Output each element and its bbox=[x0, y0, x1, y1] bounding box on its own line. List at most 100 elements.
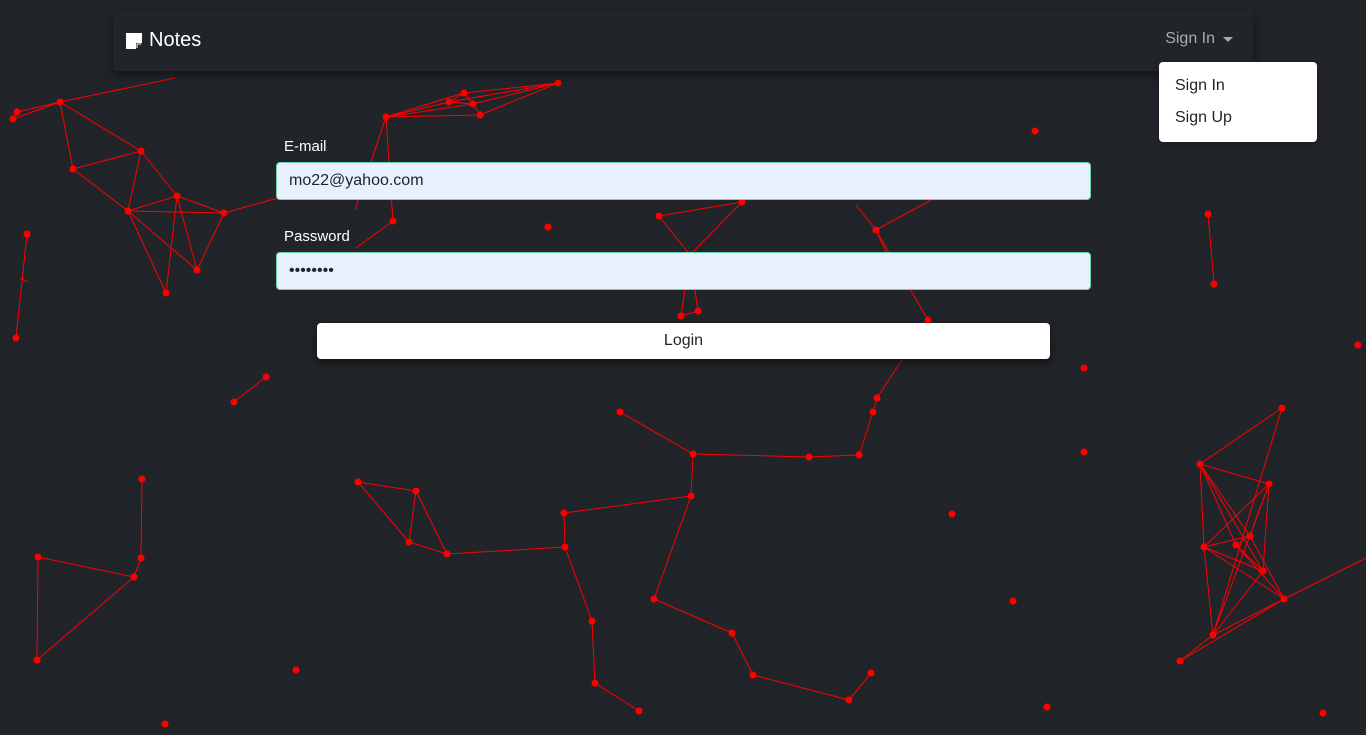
network-node bbox=[544, 223, 552, 231]
email-input[interactable] bbox=[276, 162, 1091, 200]
network-node bbox=[476, 111, 484, 119]
network-node bbox=[616, 408, 624, 416]
network-node bbox=[1232, 541, 1240, 549]
network-link bbox=[690, 453, 694, 497]
network-node bbox=[124, 207, 132, 215]
network-link bbox=[752, 674, 850, 701]
network-link bbox=[731, 632, 754, 676]
network-node bbox=[650, 595, 658, 603]
network-link bbox=[564, 546, 593, 622]
network-link bbox=[415, 490, 448, 555]
network-node bbox=[1246, 532, 1254, 540]
network-link bbox=[140, 478, 143, 559]
network-node bbox=[554, 79, 562, 87]
network-link bbox=[223, 197, 279, 214]
network-node bbox=[1265, 480, 1273, 488]
network-link bbox=[37, 556, 135, 578]
network-node bbox=[869, 408, 877, 416]
network-node bbox=[1043, 703, 1051, 711]
network-link bbox=[658, 215, 691, 256]
network-link bbox=[692, 453, 810, 458]
network-link bbox=[72, 168, 129, 212]
network-link bbox=[875, 199, 932, 231]
network-node bbox=[805, 453, 813, 461]
network-link bbox=[855, 204, 877, 231]
network-link bbox=[127, 150, 142, 212]
network-link bbox=[1212, 407, 1283, 636]
network-link bbox=[1207, 213, 1215, 285]
auth-dropdown-menu: Sign In Sign Up bbox=[1159, 62, 1317, 142]
dropdown-item-sign-up[interactable]: Sign Up bbox=[1175, 109, 1232, 127]
sign-in-dropdown-toggle[interactable]: Sign In bbox=[1165, 30, 1233, 48]
network-link bbox=[59, 77, 176, 103]
network-node bbox=[13, 108, 21, 116]
network-link bbox=[16, 101, 61, 113]
navbar: Notes Sign In bbox=[113, 10, 1253, 71]
network-link bbox=[1203, 546, 1214, 636]
network-link bbox=[233, 376, 267, 403]
network-link bbox=[1283, 557, 1366, 600]
network-link bbox=[594, 682, 640, 712]
network-link bbox=[1199, 463, 1205, 548]
network-link bbox=[59, 101, 142, 152]
network-link bbox=[196, 212, 225, 271]
network-link bbox=[355, 220, 394, 249]
network-node bbox=[161, 720, 169, 728]
network-link bbox=[1203, 546, 1285, 600]
network-node bbox=[1080, 364, 1088, 372]
network-link bbox=[59, 101, 74, 170]
caret-down-icon bbox=[1223, 36, 1233, 42]
network-node bbox=[445, 98, 453, 106]
network-node bbox=[855, 451, 863, 459]
dropdown-item-sign-in[interactable]: Sign In bbox=[1175, 77, 1225, 95]
network-node bbox=[1031, 127, 1039, 135]
network-node bbox=[1200, 543, 1208, 551]
brand-link[interactable]: Notes bbox=[125, 29, 201, 52]
network-node bbox=[23, 230, 31, 238]
network-link bbox=[619, 411, 694, 455]
network-node bbox=[162, 289, 170, 297]
password-input[interactable] bbox=[276, 252, 1091, 290]
network-link bbox=[848, 672, 872, 701]
network-node bbox=[469, 100, 477, 108]
network-node bbox=[561, 543, 569, 551]
network-node bbox=[655, 212, 663, 220]
sticky-note-icon bbox=[126, 32, 142, 49]
network-node bbox=[867, 669, 875, 677]
network-link bbox=[15, 233, 28, 339]
network-node bbox=[460, 89, 468, 97]
brand-name: Notes bbox=[149, 29, 202, 51]
login-button[interactable]: Login bbox=[317, 323, 1050, 359]
network-link bbox=[653, 495, 692, 600]
network-link bbox=[591, 620, 596, 684]
network-link bbox=[448, 101, 474, 105]
network-link bbox=[446, 546, 566, 555]
network-link bbox=[1199, 463, 1251, 537]
network-node bbox=[1196, 460, 1204, 468]
network-link bbox=[1212, 570, 1264, 636]
network-link bbox=[176, 195, 198, 271]
network-node bbox=[1204, 210, 1212, 218]
network-node bbox=[588, 617, 596, 625]
network-link bbox=[1199, 463, 1264, 572]
network-node bbox=[728, 629, 736, 637]
network-node bbox=[1176, 657, 1184, 665]
network-node bbox=[1209, 631, 1217, 639]
network-node bbox=[1080, 448, 1088, 456]
network-node bbox=[687, 492, 695, 500]
network-node bbox=[412, 487, 420, 495]
network-node bbox=[635, 707, 643, 715]
network-node bbox=[1278, 404, 1286, 412]
network-node bbox=[33, 656, 41, 664]
network-link bbox=[563, 512, 566, 548]
network-node bbox=[1210, 280, 1218, 288]
network-link bbox=[127, 210, 167, 294]
network-link bbox=[176, 195, 225, 214]
dropdown-toggle-label: Sign In bbox=[1165, 30, 1215, 47]
network-link bbox=[808, 454, 860, 458]
network-link bbox=[36, 576, 135, 661]
network-link bbox=[408, 490, 417, 543]
network-node bbox=[1259, 567, 1267, 575]
network-link bbox=[127, 195, 178, 212]
network-node bbox=[137, 554, 145, 562]
